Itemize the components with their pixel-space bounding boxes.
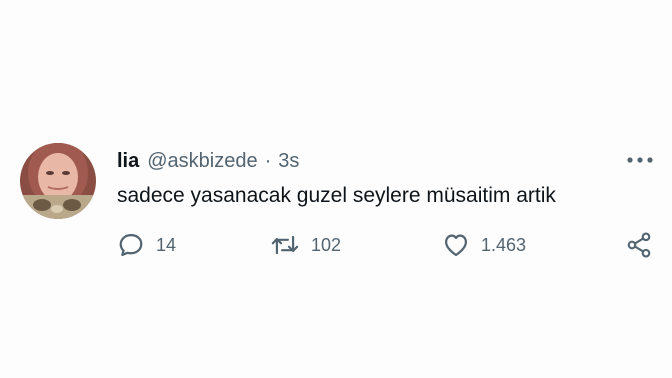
display-name[interactable]: lia	[117, 149, 139, 173]
avatar[interactable]	[20, 143, 96, 219]
tweet-card[interactable]: lia @askbizede · 3s sadece yasanacak guz…	[0, 0, 672, 378]
reply-count: 14	[156, 235, 177, 255]
like-button[interactable]: 1.463	[442, 230, 526, 260]
user-handle[interactable]: @askbizede	[147, 149, 257, 173]
like-count: 1.463	[481, 235, 527, 255]
separator-dot: ·	[264, 150, 272, 172]
reply-button[interactable]: 14	[117, 230, 176, 260]
share-button[interactable]	[625, 230, 653, 260]
heart-icon	[444, 234, 468, 257]
retweet-button[interactable]: 102	[270, 230, 341, 260]
more-options-button[interactable]	[626, 150, 654, 170]
retweet-count: 102	[311, 235, 342, 255]
page: lia @askbizede · 3s sadece yasanacak guz…	[0, 0, 672, 378]
more-options-icon	[627, 157, 653, 163]
retweet-icon	[271, 235, 299, 255]
share-icon	[627, 232, 651, 258]
reply-icon	[119, 233, 143, 257]
avatar-image	[20, 143, 96, 219]
tweet-header: lia @askbizede · 3s	[117, 149, 299, 173]
timestamp[interactable]: 3s	[278, 149, 299, 173]
tweet-text: sadece yasanacak guzel seylere müsaitim …	[117, 184, 556, 207]
